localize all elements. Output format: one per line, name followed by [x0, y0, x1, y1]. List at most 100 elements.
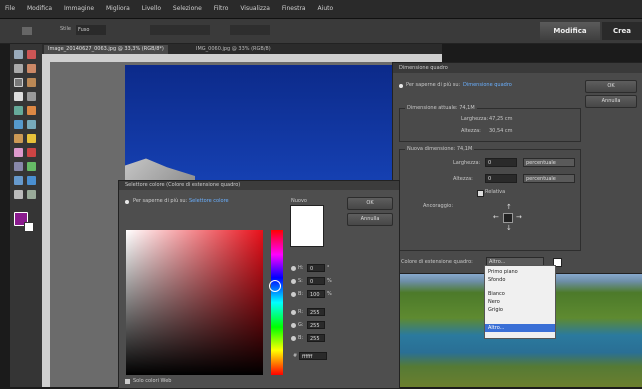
dropdown-item-altro[interactable]: Altro... [485, 324, 555, 332]
new-height-input[interactable]: 0 [485, 174, 517, 183]
paint-bucket-tool-icon[interactable] [14, 162, 23, 171]
dropdown-item-nero[interactable]: Nero [485, 298, 555, 306]
recompose-tool-icon[interactable] [14, 106, 23, 115]
radio-s[interactable] [291, 279, 296, 284]
pencil-tool-icon[interactable] [27, 148, 36, 157]
picker-ok-button[interactable]: OK [347, 197, 393, 210]
current-size-label: Dimensione attuale: 74,1M [405, 105, 477, 111]
menu-filtro[interactable]: Filtro [209, 0, 234, 18]
menu-finestra[interactable]: Finestra [277, 0, 311, 18]
text-tool-icon[interactable] [14, 92, 23, 101]
hue-slider[interactable] [271, 230, 283, 375]
radio-h[interactable] [291, 266, 296, 271]
eyedropper-tool-icon[interactable] [27, 64, 36, 73]
extension-color-label: Colore di estensione quadro: [401, 259, 473, 265]
current-width-value: 47,25 cm [489, 116, 513, 122]
radio-r[interactable] [291, 310, 296, 315]
radio-blue[interactable] [291, 336, 296, 341]
new-height-label: Altezza: [453, 176, 473, 182]
dropdown-item-grigio[interactable]: Grigio [485, 306, 555, 314]
options-bar: Stile Fuso Modifica Crea [0, 19, 642, 44]
zoom-tool-icon[interactable] [27, 50, 36, 59]
field-b-input[interactable]: 100 [307, 290, 325, 298]
saturation-brightness-field[interactable] [126, 230, 263, 375]
field-blue-label: B: [298, 335, 304, 341]
field-b-label: B: [298, 291, 304, 297]
cancel-button[interactable]: Annulla [585, 95, 637, 108]
healing-tool-icon[interactable] [14, 134, 23, 143]
red-eye-tool-icon[interactable] [27, 106, 36, 115]
color-picker-help-link[interactable]: Selettore colore [189, 198, 229, 204]
lasso-tool-icon[interactable] [27, 78, 36, 87]
modifica-button[interactable]: Modifica [540, 22, 600, 40]
current-height-value: 30,54 cm [489, 128, 513, 134]
gradient-tool-icon[interactable] [27, 162, 36, 171]
blur-tool-icon[interactable] [27, 176, 36, 185]
crop-tool-icon[interactable] [27, 92, 36, 101]
new-width-input[interactable]: 0 [485, 158, 517, 167]
menu-immagine[interactable]: Immagine [59, 0, 99, 18]
arrow-left-icon: ← [493, 213, 499, 221]
radio-g[interactable] [291, 323, 296, 328]
background-color-swatch[interactable] [24, 222, 34, 232]
ok-button[interactable]: OK [585, 80, 637, 93]
new-width-label: Larghezza: [453, 160, 481, 166]
web-only-checkbox[interactable] [125, 379, 130, 384]
color-picker-info-text: Per saperne di più su: [133, 198, 188, 204]
height-unit-select[interactable]: percentuale [523, 174, 575, 183]
width-unit-select[interactable]: percentuale [523, 158, 575, 167]
lightbulb-icon [399, 84, 403, 88]
sponge-tool-icon[interactable] [14, 190, 23, 199]
field-s-input[interactable]: 0 [307, 277, 325, 285]
menu-file[interactable]: File [0, 0, 20, 18]
hex-label: # [293, 353, 298, 359]
ruler-horizontal [42, 54, 442, 62]
field-g-input[interactable]: 255 [307, 321, 325, 329]
canvas-size-help-link[interactable]: Dimensione quadro [463, 82, 512, 88]
tool-preset-icon[interactable] [22, 27, 32, 35]
brush-tool-icon[interactable] [27, 134, 36, 143]
straighten-tool-icon[interactable] [27, 120, 36, 129]
hue-slider-handle[interactable] [269, 280, 281, 292]
field-h-input[interactable]: 0 [307, 264, 325, 272]
marquee-tool-icon[interactable] [14, 78, 23, 87]
hex-input[interactable]: ffffff [299, 352, 327, 360]
style-select[interactable]: Fuso [76, 25, 106, 35]
eraser-tool-icon[interactable] [14, 148, 23, 157]
tab-active-document[interactable]: Image_20140627_0063.jpg @ 33,3% (RGB/8*) [44, 45, 168, 54]
dropdown-item-bianco[interactable]: Bianco [485, 290, 555, 298]
crea-button[interactable]: Crea [602, 22, 642, 40]
menu-aiuto[interactable]: Aiuto [313, 0, 339, 18]
menu-selezione[interactable]: Selezione [168, 0, 207, 18]
move-tool-icon[interactable] [14, 50, 23, 59]
style-label: Stile [60, 26, 71, 32]
ruler-vertical [42, 62, 50, 387]
field-r-input[interactable]: 255 [307, 308, 325, 316]
shape-tool-icon[interactable] [14, 176, 23, 185]
cookie-cutter-tool-icon[interactable] [14, 120, 23, 129]
canvas-size-dialog-title: Dimensione quadro [393, 63, 642, 73]
menu-modifica[interactable]: Modifica [22, 0, 57, 18]
smart-brush-tool-icon[interactable] [27, 190, 36, 199]
picker-cancel-button[interactable]: Annulla [347, 213, 393, 226]
hand-tool-icon[interactable] [14, 64, 23, 73]
menu-livello[interactable]: Livello [137, 0, 166, 18]
anchor-grid[interactable]: ↑ ↓ ← → [493, 203, 523, 233]
field-r-label: R: [298, 309, 304, 315]
option-field-2[interactable] [230, 25, 270, 35]
menu-migliora[interactable]: Migliora [101, 0, 135, 18]
web-only-label: Solo colori Web [133, 378, 172, 384]
swatch-new-label: Nuovo [291, 198, 307, 204]
option-field[interactable] [150, 25, 210, 35]
arrow-right-icon: → [516, 213, 522, 221]
field-blue-input[interactable]: 255 [307, 334, 325, 342]
relative-label: Relativa [485, 189, 506, 195]
menu-visualizza[interactable]: Visualizza [235, 0, 275, 18]
dropdown-item-primo-piano[interactable]: Primo piano [485, 268, 555, 276]
radio-b[interactable] [291, 292, 296, 297]
toolbox [10, 44, 43, 387]
relative-checkbox[interactable] [477, 190, 484, 197]
tab-second-document[interactable]: IMG_0060.jpg @ 33% (RGB/8) [192, 45, 275, 54]
dropdown-item-sfondo[interactable]: Sfondo [485, 276, 555, 284]
anchor-center-cell[interactable] [503, 213, 513, 223]
